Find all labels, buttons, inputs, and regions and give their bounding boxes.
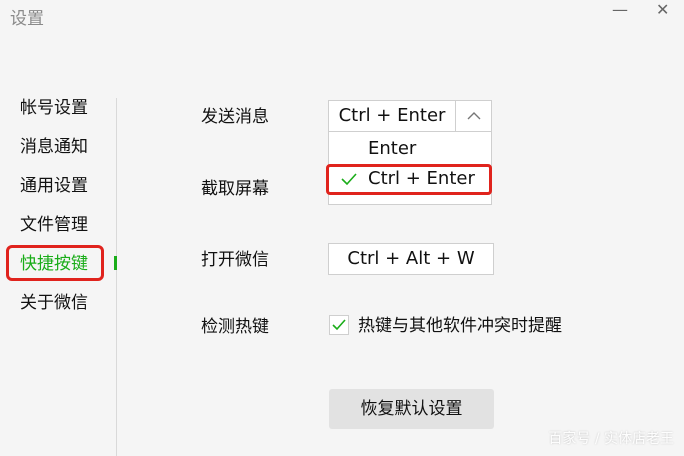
hotkey-conflict-checkbox[interactable] xyxy=(329,315,349,335)
sidebar-divider xyxy=(116,98,117,456)
dropdown-toggle-button[interactable] xyxy=(455,100,492,132)
highlight-box-menu xyxy=(326,164,492,195)
highlight-box-nav xyxy=(6,245,104,281)
minimize-button[interactable]: — xyxy=(612,0,628,20)
send-message-dropdown[interactable]: Ctrl + Enter xyxy=(328,100,456,132)
nav-item-notifications[interactable]: 消息通知 xyxy=(20,136,88,158)
chevron-up-icon xyxy=(467,112,481,120)
nav-item-files[interactable]: 文件管理 xyxy=(20,214,88,236)
detect-hotkey-label: 检测热键 xyxy=(201,317,269,337)
send-message-label: 发送消息 xyxy=(201,107,269,127)
window-title: 设置 xyxy=(10,9,44,29)
restore-defaults-button[interactable]: 恢复默认设置 xyxy=(329,389,494,429)
menu-option-enter[interactable]: Enter xyxy=(329,134,491,164)
active-nav-indicator xyxy=(114,256,117,270)
open-wechat-hotkey-input[interactable]: Ctrl + Alt + W xyxy=(328,243,494,275)
nav-item-account[interactable]: 帐号设置 xyxy=(20,97,88,119)
menu-option-label: Enter xyxy=(368,138,417,159)
hotkey-conflict-label: 热键与其他软件冲突时提醒 xyxy=(358,316,562,336)
checkmark-icon xyxy=(332,319,346,331)
watermark: 百家号 / 实体店老王 xyxy=(548,431,674,447)
open-wechat-label: 打开微信 xyxy=(201,250,269,270)
screenshot-label: 截取屏幕 xyxy=(201,179,269,199)
nav-item-about[interactable]: 关于微信 xyxy=(20,292,88,314)
nav-item-general[interactable]: 通用设置 xyxy=(20,175,88,197)
close-button[interactable]: ✕ xyxy=(656,0,669,20)
